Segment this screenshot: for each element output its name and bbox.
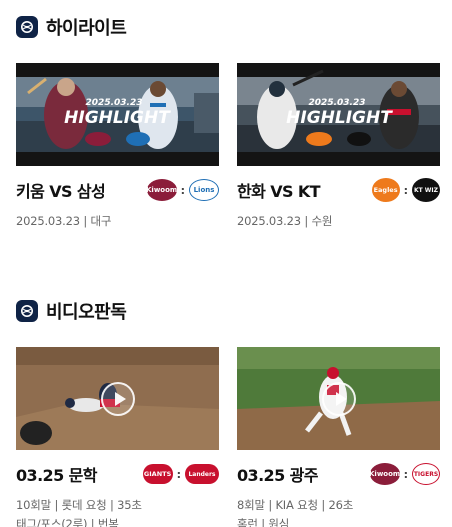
highlight-meta: 2025.03.23 | 수원 [237,214,333,228]
video-review-section-title: 비디오판독 [46,302,127,323]
video-thumbnail[interactable] [237,347,440,450]
video-meta-line: 10회말 | 롯데 요청 | 35초 [16,498,142,512]
thumb-date-text: 2025.03.23 [309,98,366,108]
team-badges: GIANTS : Landers [142,464,219,484]
lotte-giants-logo-icon: GIANTS [142,464,173,484]
kbo-logo-icon [16,300,38,322]
highlight-date: 2025.03.23 [237,214,301,228]
match-title: 한화 VS KT [237,182,321,201]
highlight-section-title: 하이라이트 [46,18,127,39]
thumb-highlight-text: HIGHLIGHT [286,108,393,128]
team-badges: Kiwoom : TIGERS [369,463,440,485]
play-button-icon[interactable] [321,381,356,416]
video-review-card[interactable]: 03.25 문학 GIANTS : Landers 10회말 | 롯데 요청 |… [16,347,219,527]
video-meta: 10회말 | 롯데 요청 | 35초 태그/포스(2루) | 번복 [16,496,219,527]
video-review-section-header: 비디오판독 [16,298,127,324]
samsung-lions-logo-icon: Lions [189,179,219,201]
match-title: 03.25 광주 [237,466,318,485]
kt-wiz-logo-icon: KT WIZ [412,178,440,202]
highlight-location: 대구 [90,214,112,228]
video-review-card[interactable]: 03.25 광주 Kiwoom : TIGERS 8회말 | KIA 요청 | … [237,347,440,527]
match-title: 키움 VS 삼성 [16,182,106,201]
match-title: 03.25 문학 [16,466,97,485]
kiwoom-logo-icon: Kiwoom [369,463,400,485]
video-meta: 8회말 | KIA 요청 | 26초 홈런 | 원심 [237,496,440,527]
highlight-card[interactable]: 2025.03.23 HIGHLIGHT 한화 VS KT Eagles : K… [237,63,440,231]
highlight-thumbnail-image: 2025.03.23 HIGHLIGHT [237,63,440,166]
thumb-date-text: 2025.03.23 [86,98,143,108]
ssg-landers-logo-icon: Landers [185,464,219,484]
team-badges: Kiwoom : Lions [146,179,219,201]
kiwoom-logo-icon: Kiwoom [146,179,177,201]
video-thumbnail[interactable] [16,347,219,450]
highlight-thumbnail[interactable]: 2025.03.23 HIGHLIGHT [237,63,440,166]
highlight-section-header: 하이라이트 [16,14,127,40]
highlight-card[interactable]: 2025.03.23 HIGHLIGHT 키움 VS 삼성 Kiwoom : L… [16,63,219,231]
highlight-thumbnail[interactable]: 2025.03.23 HIGHLIGHT [16,63,219,166]
highlight-meta: 2025.03.23 | 대구 [16,214,112,228]
hanwha-eagles-logo-icon: Eagles [371,178,400,202]
video-meta-line: 홈런 | 원심 [237,517,290,527]
thumb-highlight-text: HIGHLIGHT [64,108,171,128]
play-button-icon[interactable] [100,381,135,416]
team-badges: Eagles : KT WIZ [371,178,440,202]
highlight-date: 2025.03.23 [16,214,80,228]
highlight-thumbnail-image: 2025.03.23 HIGHLIGHT [16,63,219,166]
video-meta-line: 태그/포스(2루) | 번복 [16,517,119,527]
highlight-location: 수원 [311,214,333,228]
kia-tigers-logo-icon: TIGERS [412,463,440,485]
video-meta-line: 8회말 | KIA 요청 | 26초 [237,498,354,512]
kbo-logo-icon [16,16,38,38]
